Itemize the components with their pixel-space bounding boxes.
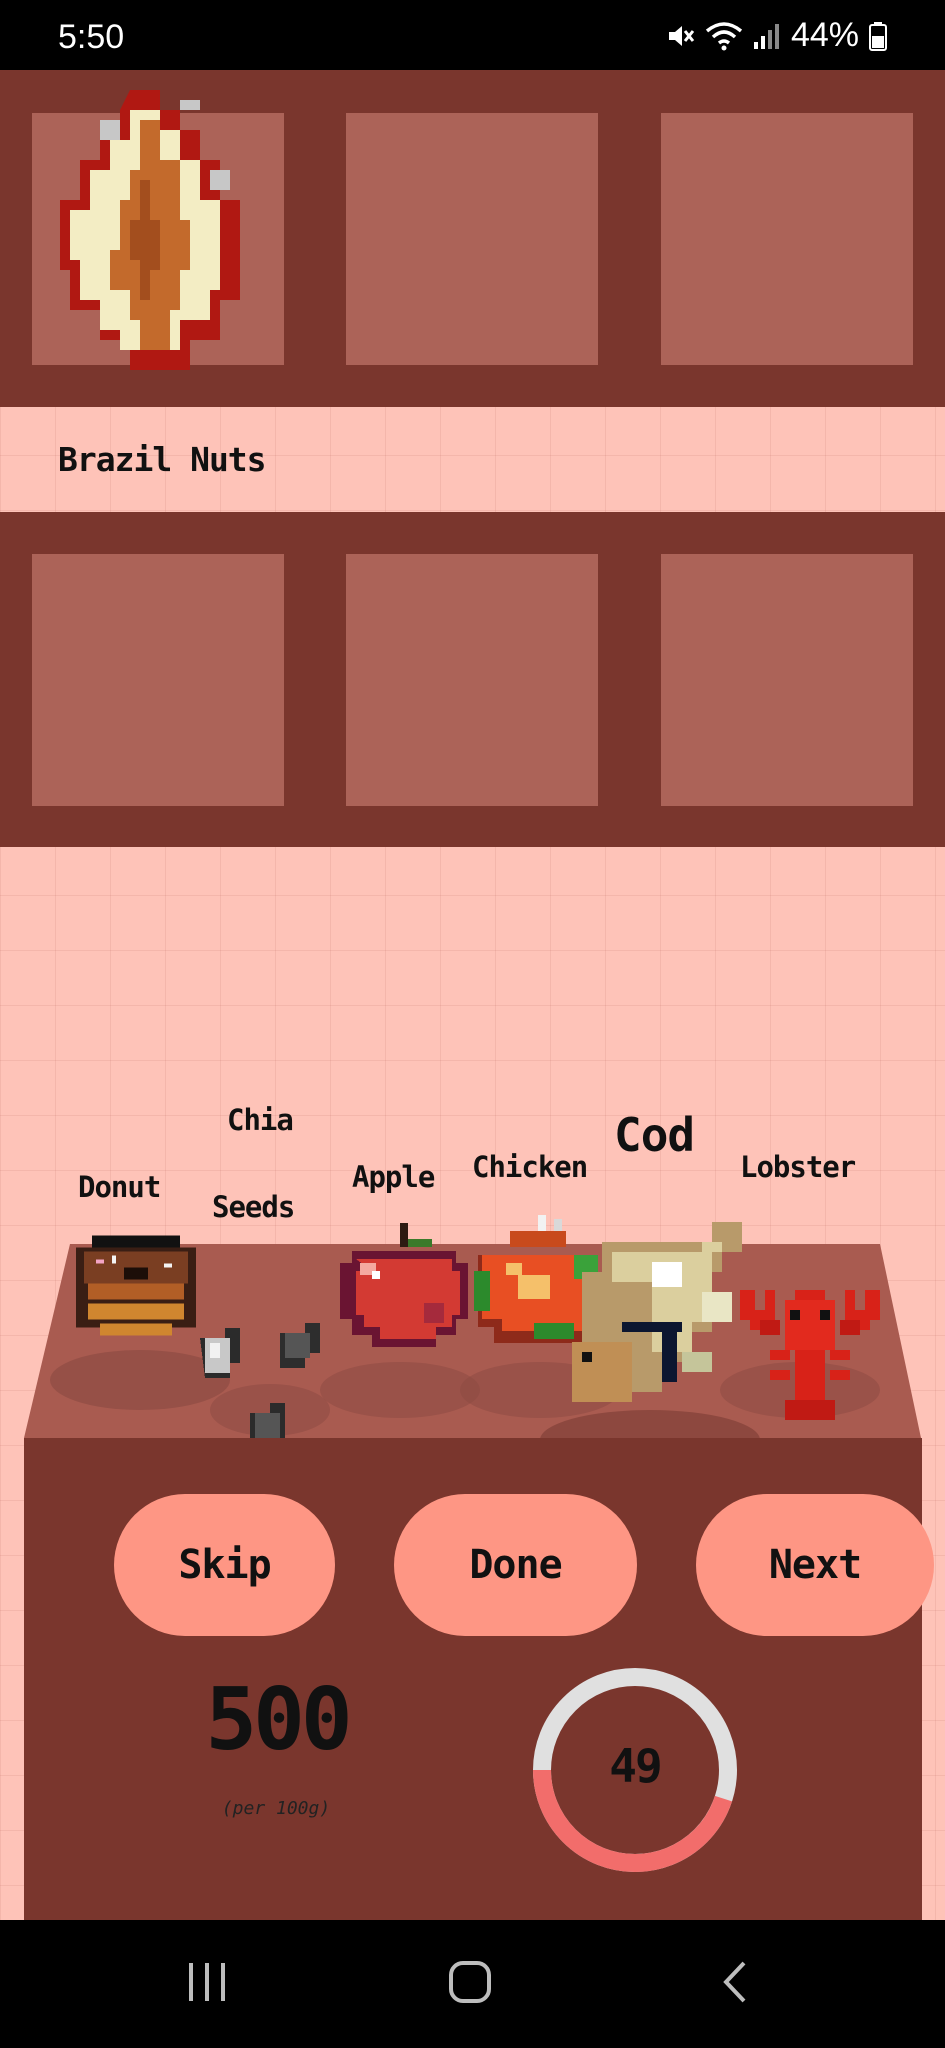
shelf-slot-4[interactable] <box>32 554 284 806</box>
wifi-icon <box>705 21 743 50</box>
apple-icon[interactable] <box>336 1222 472 1352</box>
calorie-unit: (per 100g) <box>221 1798 331 1819</box>
timer-value: 49 <box>609 1739 662 1793</box>
back-icon[interactable] <box>720 1960 750 2004</box>
donut-icon[interactable] <box>68 1235 204 1340</box>
home-icon[interactable] <box>448 1960 492 2004</box>
shelf-slot-5[interactable] <box>346 554 598 806</box>
food-label-donut: Donut <box>78 1170 161 1204</box>
top-shelf <box>0 70 945 407</box>
signal-icon <box>753 23 779 49</box>
next-button[interactable]: Next <box>696 1494 934 1636</box>
food-label-chia-line2: Seeds <box>212 1190 295 1224</box>
food-label-lobster: Lobster <box>740 1150 856 1184</box>
shelf-slot-2[interactable] <box>346 113 598 365</box>
shelf-slot-3[interactable] <box>661 113 913 365</box>
food-label-chicken: Chicken <box>472 1150 588 1184</box>
battery-icon <box>869 21 887 51</box>
navigation-bar <box>0 1920 945 2048</box>
status-time: 5:50 <box>58 18 125 56</box>
mute-icon <box>668 25 695 46</box>
skip-button[interactable]: Skip <box>114 1494 335 1636</box>
selected-item-label: Brazil Nuts <box>58 440 267 479</box>
brazil-nut-icon[interactable] <box>30 90 270 390</box>
calorie-value: 500 <box>205 1670 352 1770</box>
bottom-shelf <box>0 512 945 847</box>
lobster-icon[interactable] <box>740 1280 880 1430</box>
food-label-apple: Apple <box>352 1160 435 1194</box>
battery-percent: 44% <box>790 16 859 54</box>
food-label-chia-line1: Chia <box>227 1103 294 1137</box>
done-button[interactable]: Done <box>394 1494 637 1636</box>
food-label-cod: Cod <box>614 1108 695 1162</box>
status-bar: 5:50 44% <box>0 0 945 70</box>
cod-icon[interactable] <box>572 1212 752 1412</box>
status-icons: 44% <box>665 16 887 55</box>
game-area: Brazil Nuts Donut Chia Seeds Apple Chick… <box>0 70 945 1920</box>
shelf-slot-6[interactable] <box>661 554 913 806</box>
recent-apps-icon[interactable] <box>185 1960 229 2004</box>
